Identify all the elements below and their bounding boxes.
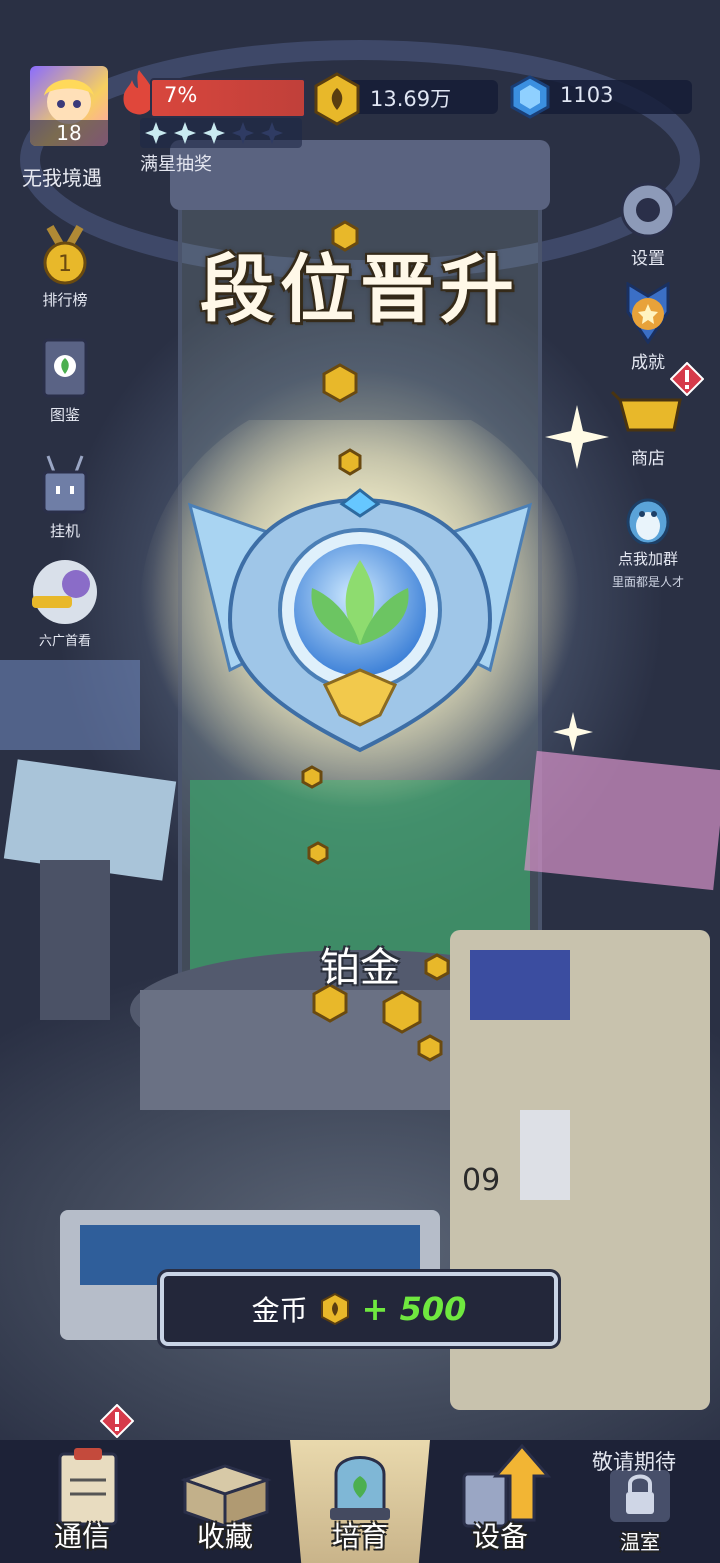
- reward-amount: + 500: [361, 1290, 467, 1328]
- star-filled-icon: [145, 122, 167, 144]
- reward-label: 金币: [251, 1294, 308, 1327]
- nav-label-collect: 收藏: [196, 1520, 253, 1553]
- nav-tab-cultivate[interactable]: 培育: [290, 1440, 430, 1563]
- join-group-label: 点我加群: [617, 550, 678, 568]
- shop-button[interactable]: 商店: [598, 390, 698, 470]
- nav-tab-equipment[interactable]: 设备: [430, 1440, 570, 1563]
- nav-label-equipment: 设备: [471, 1520, 528, 1553]
- star-progress-bar: 7%: [150, 78, 306, 118]
- gem-amount: 1103: [560, 83, 614, 107]
- book-icon: [42, 338, 88, 398]
- coin-icon: [320, 1293, 349, 1325]
- idle-label: 挂机: [49, 522, 80, 540]
- alert-icon: [100, 1404, 134, 1438]
- collection-button[interactable]: 图鉴: [20, 338, 110, 428]
- progress-percent: 7%: [164, 83, 198, 107]
- ad-label: 六广首看: [38, 634, 91, 649]
- join-group-sublabel: 里面都是人才: [611, 575, 684, 589]
- game-scene: 09 18 无我境遇 7% 满星抽奖 13.69万 1103 1 排行榜 图鉴 …: [0, 0, 720, 1563]
- coming-soon-label: 敬请期待: [592, 1450, 676, 1474]
- coin-amount: 13.69万: [370, 87, 452, 111]
- reward-panel: 金币 + 500: [160, 1272, 558, 1346]
- star-filled-icon: [174, 122, 196, 144]
- nav-tab-collect[interactable]: 收藏: [155, 1440, 295, 1563]
- coin-counter: 13.69万: [340, 80, 498, 114]
- nav-label-cultivate: 培育: [331, 1520, 388, 1553]
- cart-icon: [610, 390, 682, 432]
- star-rating: [140, 118, 302, 148]
- robot-icon: [42, 455, 88, 514]
- star-empty-icon: [232, 122, 254, 144]
- rank-promotion-title: 段位晋升: [200, 247, 520, 333]
- player-name: 无我境遇: [22, 166, 102, 190]
- nav-label-greenhouse: 温室: [620, 1530, 660, 1554]
- gem-icon: [510, 75, 550, 119]
- rank-name: 铂金: [320, 945, 400, 991]
- shop-label: 商店: [631, 449, 665, 469]
- character-avatar-icon: [32, 560, 97, 624]
- full-star-lottery-label[interactable]: 满星抽奖: [140, 150, 212, 176]
- nav-tab-comms[interactable]: 通信: [12, 1440, 152, 1563]
- idle-button[interactable]: 挂机: [20, 452, 110, 542]
- player-level: 18: [30, 120, 108, 146]
- ad-watch-button[interactable]: 六广首看: [20, 556, 110, 656]
- join-group-button[interactable]: 点我加群 里面都是人才: [598, 492, 698, 592]
- collection-label: 图鉴: [49, 406, 80, 424]
- penguin-icon: [626, 498, 670, 546]
- nav-label-comms: 通信: [53, 1520, 110, 1553]
- gem-counter: 1103: [530, 80, 692, 114]
- player-avatar[interactable]: 18: [30, 66, 108, 146]
- star-empty-icon: [261, 122, 283, 144]
- alert-icon: [670, 362, 704, 396]
- coin-icon: [314, 72, 360, 126]
- star-filled-icon: [203, 122, 225, 144]
- machine-number: 09: [462, 1163, 500, 1198]
